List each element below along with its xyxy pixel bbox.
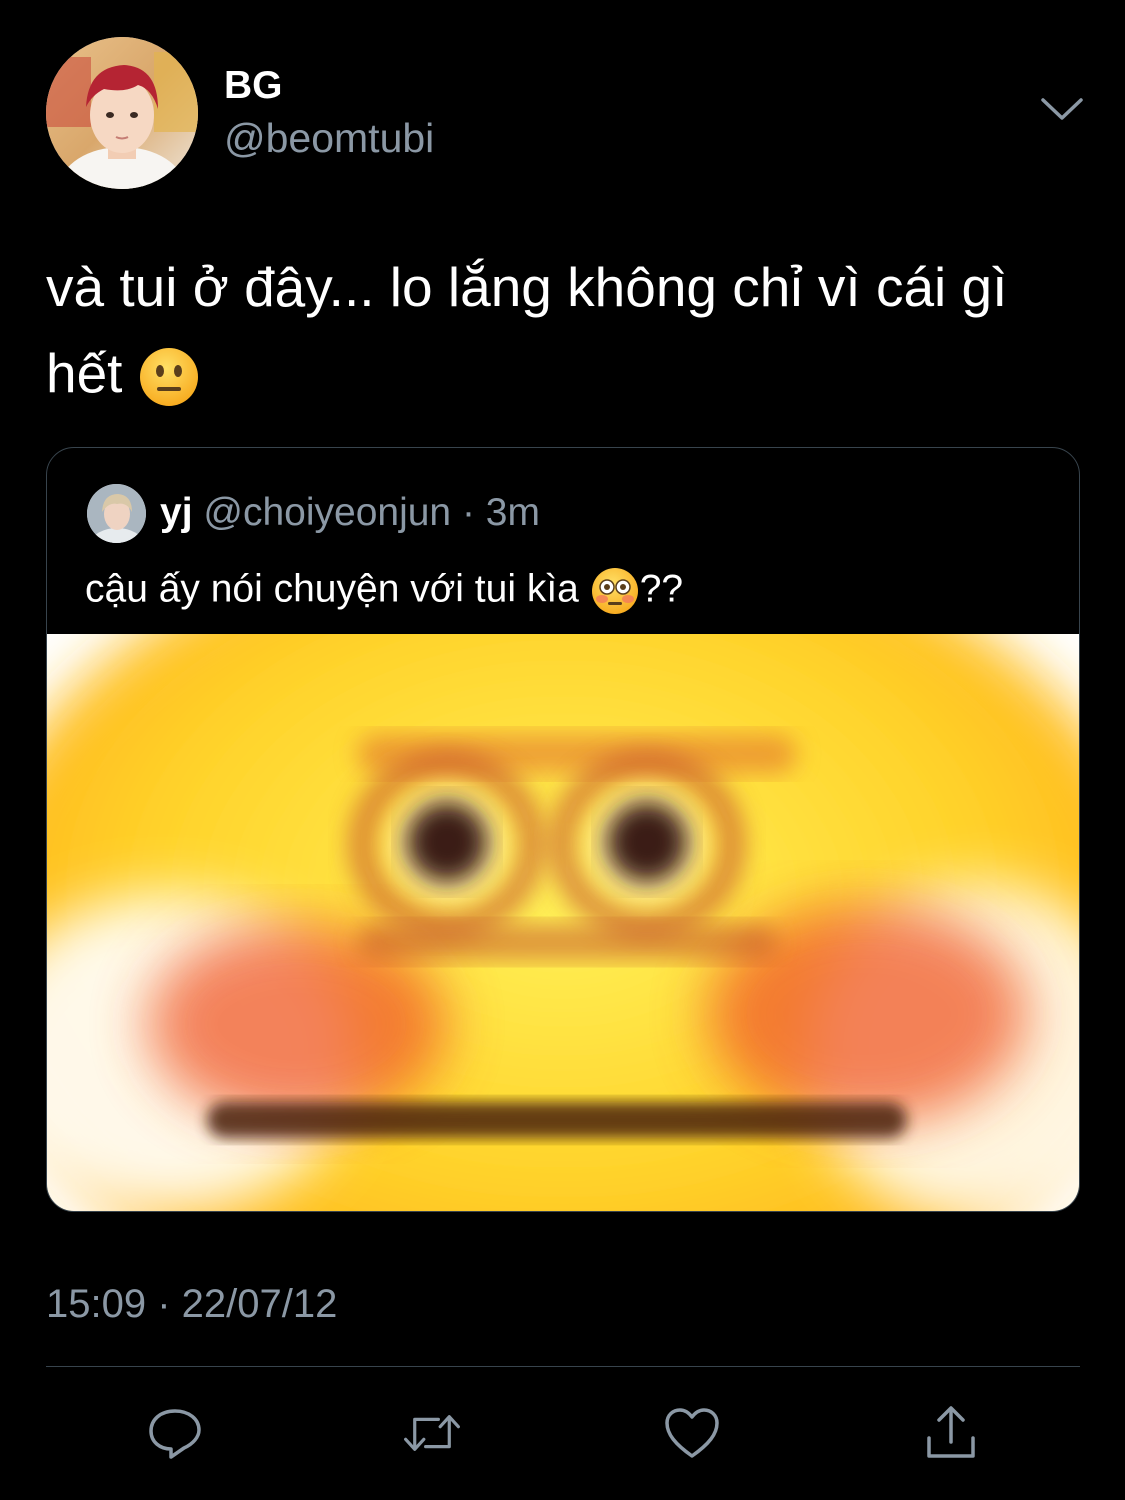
quoted-tweet-age: 3m	[485, 491, 540, 534]
flushed-face-emoji-icon	[591, 568, 638, 614]
share-icon	[927, 1406, 975, 1458]
like-button[interactable]	[662, 1403, 722, 1463]
author-name[interactable]: BG	[224, 66, 283, 105]
reply-button[interactable]	[145, 1403, 205, 1463]
author-handle[interactable]: @beomtubi	[224, 118, 434, 159]
quoted-author-handle[interactable]: @choiyeonjun	[203, 491, 451, 534]
retweet-icon	[404, 1415, 460, 1451]
separator-dot: ·	[451, 491, 486, 534]
quoted-author-name[interactable]: yj	[160, 491, 193, 534]
author-avatar[interactable]	[46, 37, 198, 189]
quoted-tweet-image[interactable]	[47, 634, 1079, 1211]
author-avatar-image	[46, 37, 198, 189]
heart-icon	[665, 1408, 719, 1458]
quoted-tweet[interactable]: yj @choiyeonjun · 3m cậu ấy nói chuyện v…	[46, 447, 1080, 1212]
neutral-face-emoji-icon	[139, 348, 198, 407]
quoted-tweet-text: cậu ấy nói chuyện với tui kìa ??	[85, 566, 683, 616]
quoted-tweet-text-suffix: ??	[639, 567, 684, 611]
reply-icon	[149, 1409, 201, 1459]
quoted-tweet-header: yj @choiyeonjun · 3m	[160, 493, 540, 532]
divider	[46, 1366, 1080, 1367]
retweet-button[interactable]	[402, 1403, 462, 1463]
quoted-tweet-text-content: cậu ấy nói chuyện với tui kìa	[85, 567, 590, 611]
quoted-author-avatar[interactable]	[87, 484, 146, 543]
tweet-text: và tui ở đây... lo lắng không chỉ vì cái…	[46, 244, 1086, 416]
tweet-timestamp: 15:09 · 22/07/12	[46, 1282, 338, 1326]
chevron-down-icon[interactable]	[1040, 96, 1084, 124]
share-button[interactable]	[921, 1403, 981, 1463]
quoted-author-avatar-image	[87, 484, 146, 543]
